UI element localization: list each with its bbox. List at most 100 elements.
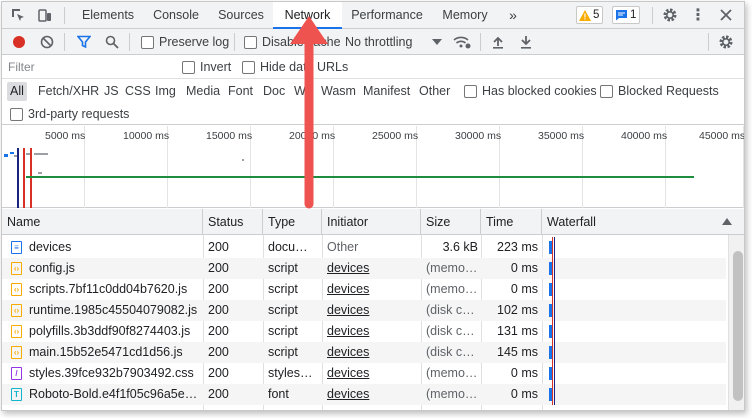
third-party-checkbox[interactable]: 3rd-party requests: [10, 105, 129, 123]
request-status: 200: [208, 282, 229, 296]
checkbox-box[interactable]: [600, 84, 613, 98]
table-row[interactable]: / styles.39fce932b7903492.css 200 stylesh… d…: [2, 363, 726, 384]
filter-row: Invert Hide data URLs: [2, 55, 744, 79]
table-row[interactable]: ‹› config.js 200 script devices (memo… 0 ms: [2, 258, 726, 279]
disable-cache-checkbox[interactable]: Disable cache: [244, 33, 341, 51]
invert-checkbox[interactable]: Invert: [182, 58, 231, 76]
type-filter-font[interactable]: Font: [225, 82, 256, 101]
checkbox-box[interactable]: [10, 107, 23, 121]
third-party-label: 3rd-party requests: [28, 107, 130, 121]
type-filter-css[interactable]: CSS: [122, 82, 154, 101]
scrollbar-thumb[interactable]: [733, 251, 743, 401]
throttle-dropdown-icon[interactable]: [427, 33, 447, 51]
tab-elements[interactable]: Elements: [74, 2, 142, 29]
gear-icon[interactable]: [660, 6, 680, 24]
request-time: 131 ms: [497, 324, 538, 338]
type-filter-ws[interactable]: WS: [291, 82, 317, 101]
request-type: script: [268, 282, 298, 296]
search-icon[interactable]: [102, 33, 122, 51]
tab-network[interactable]: Network: [273, 2, 342, 29]
tab-console[interactable]: Console: [144, 2, 208, 29]
table-row[interactable]: ‹› main.15b52e5471cd1d56.js 200 script devic…: [2, 342, 726, 363]
close-icon[interactable]: [716, 6, 736, 24]
checkbox-box[interactable]: [182, 60, 195, 74]
request-type: font: [268, 387, 289, 401]
blocked-cookies-checkbox[interactable]: Has blocked cookies: [464, 82, 597, 100]
type-filter-wasm[interactable]: Wasm: [318, 82, 359, 101]
type-filter-doc[interactable]: Doc: [260, 82, 288, 101]
network-overview-timeline[interactable]: 5000 ms 10000 ms 15000 ms 20000 ms 25000…: [2, 126, 744, 208]
import-icon[interactable]: [488, 33, 508, 51]
request-initiator[interactable]: devices: [327, 258, 417, 279]
request-status: 200: [208, 387, 229, 401]
request-status: 200: [208, 303, 229, 317]
blocked-requests-label: Blocked Requests: [618, 84, 719, 98]
clear-icon[interactable]: [37, 33, 57, 51]
filter-input[interactable]: [5, 58, 167, 76]
table-header: Name Status Type Initiator Size Time Wat…: [2, 209, 744, 235]
request-initiator[interactable]: devices: [327, 300, 417, 321]
js-file-icon: ‹›: [11, 262, 22, 275]
column-header-size[interactable]: Size: [421, 209, 481, 235]
column-header-name[interactable]: Name: [2, 209, 203, 235]
request-name: devices: [29, 240, 72, 254]
warnings-count: 5: [593, 9, 600, 21]
settings-icon[interactable]: [716, 33, 736, 51]
column-header-initiator[interactable]: Initiator: [322, 209, 421, 235]
sort-ascending-icon[interactable]: [722, 218, 732, 226]
request-time: 0 ms: [510, 282, 538, 296]
type-filter-js[interactable]: JS: [101, 82, 122, 101]
type-filter-img[interactable]: Img: [152, 82, 179, 101]
type-filter-media[interactable]: Media: [183, 82, 223, 101]
inspect-icon[interactable]: [8, 6, 28, 24]
type-filter-other[interactable]: Other: [416, 82, 453, 101]
tab-memory[interactable]: Memory: [434, 2, 496, 29]
kebab-menu-icon[interactable]: ⋮: [688, 6, 708, 24]
table-row[interactable]: ≡ devices 200 docum… Other 3.6 kB 223 ms: [2, 237, 726, 258]
tab-performance[interactable]: Performance: [345, 2, 429, 29]
network-toolbar: Preserve log Disable cache No throttling: [2, 29, 744, 55]
device-toggle-icon[interactable]: [35, 6, 55, 24]
js-file-icon: ‹›: [11, 283, 22, 296]
table-row[interactable]: T Roboto-Bold.e4f1f05c96a5e5e… 200 font devi…: [2, 384, 726, 405]
record-icon[interactable]: [9, 33, 29, 51]
request-initiator[interactable]: devices: [327, 279, 417, 300]
checkbox-box[interactable]: [464, 84, 477, 98]
checkbox-box[interactable]: [242, 60, 255, 74]
network-conditions-icon[interactable]: [452, 33, 472, 51]
request-initiator[interactable]: devices: [327, 321, 417, 342]
js-file-icon: ‹›: [11, 325, 22, 338]
table-row[interactable]: ‹› runtime.1985c45504079082.js 200 script de…: [2, 300, 726, 321]
checkbox-box[interactable]: [244, 35, 257, 49]
request-size: (disk ca…: [426, 324, 478, 338]
request-initiator[interactable]: devices: [327, 363, 417, 384]
table-row[interactable]: ‹› scripts.7bf11c0dd04b7620.js 200 script de…: [2, 279, 726, 300]
messages-badge[interactable]: 1: [612, 6, 641, 24]
table-scrollbar[interactable]: [728, 235, 744, 410]
filter-icon[interactable]: [74, 33, 94, 51]
column-header-time[interactable]: Time: [481, 209, 542, 235]
more-tabs-icon[interactable]: »: [502, 2, 524, 29]
column-header-waterfall[interactable]: Waterfall: [542, 209, 744, 235]
request-initiator[interactable]: devices: [327, 384, 417, 405]
column-header-status[interactable]: Status: [203, 209, 263, 235]
request-time: 0 ms: [510, 387, 538, 401]
table-row[interactable]: ‹› polyfills.3b3ddf90f8274403.js 200 script…: [2, 321, 726, 342]
request-type: script: [268, 324, 298, 338]
warnings-badge[interactable]: 5: [576, 6, 604, 24]
waterfall-marker: [554, 300, 555, 321]
type-filter-all[interactable]: All: [7, 82, 27, 101]
column-header-type[interactable]: Type: [263, 209, 322, 235]
throttling-select[interactable]: No throttling: [345, 33, 412, 51]
request-initiator[interactable]: devices: [327, 342, 417, 363]
waterfall-marker: [552, 237, 553, 258]
hide-data-urls-checkbox[interactable]: Hide data URLs: [242, 58, 348, 76]
tab-sources[interactable]: Sources: [210, 2, 272, 29]
checkbox-box[interactable]: [141, 35, 154, 49]
preserve-log-checkbox[interactable]: Preserve log: [141, 33, 229, 51]
request-time: 145 ms: [497, 345, 538, 359]
type-filter-fetch-xhr[interactable]: Fetch/XHR: [35, 82, 102, 101]
type-filter-manifest[interactable]: Manifest: [360, 82, 413, 101]
blocked-requests-checkbox[interactable]: Blocked Requests: [600, 82, 719, 100]
export-icon[interactable]: [516, 33, 536, 51]
